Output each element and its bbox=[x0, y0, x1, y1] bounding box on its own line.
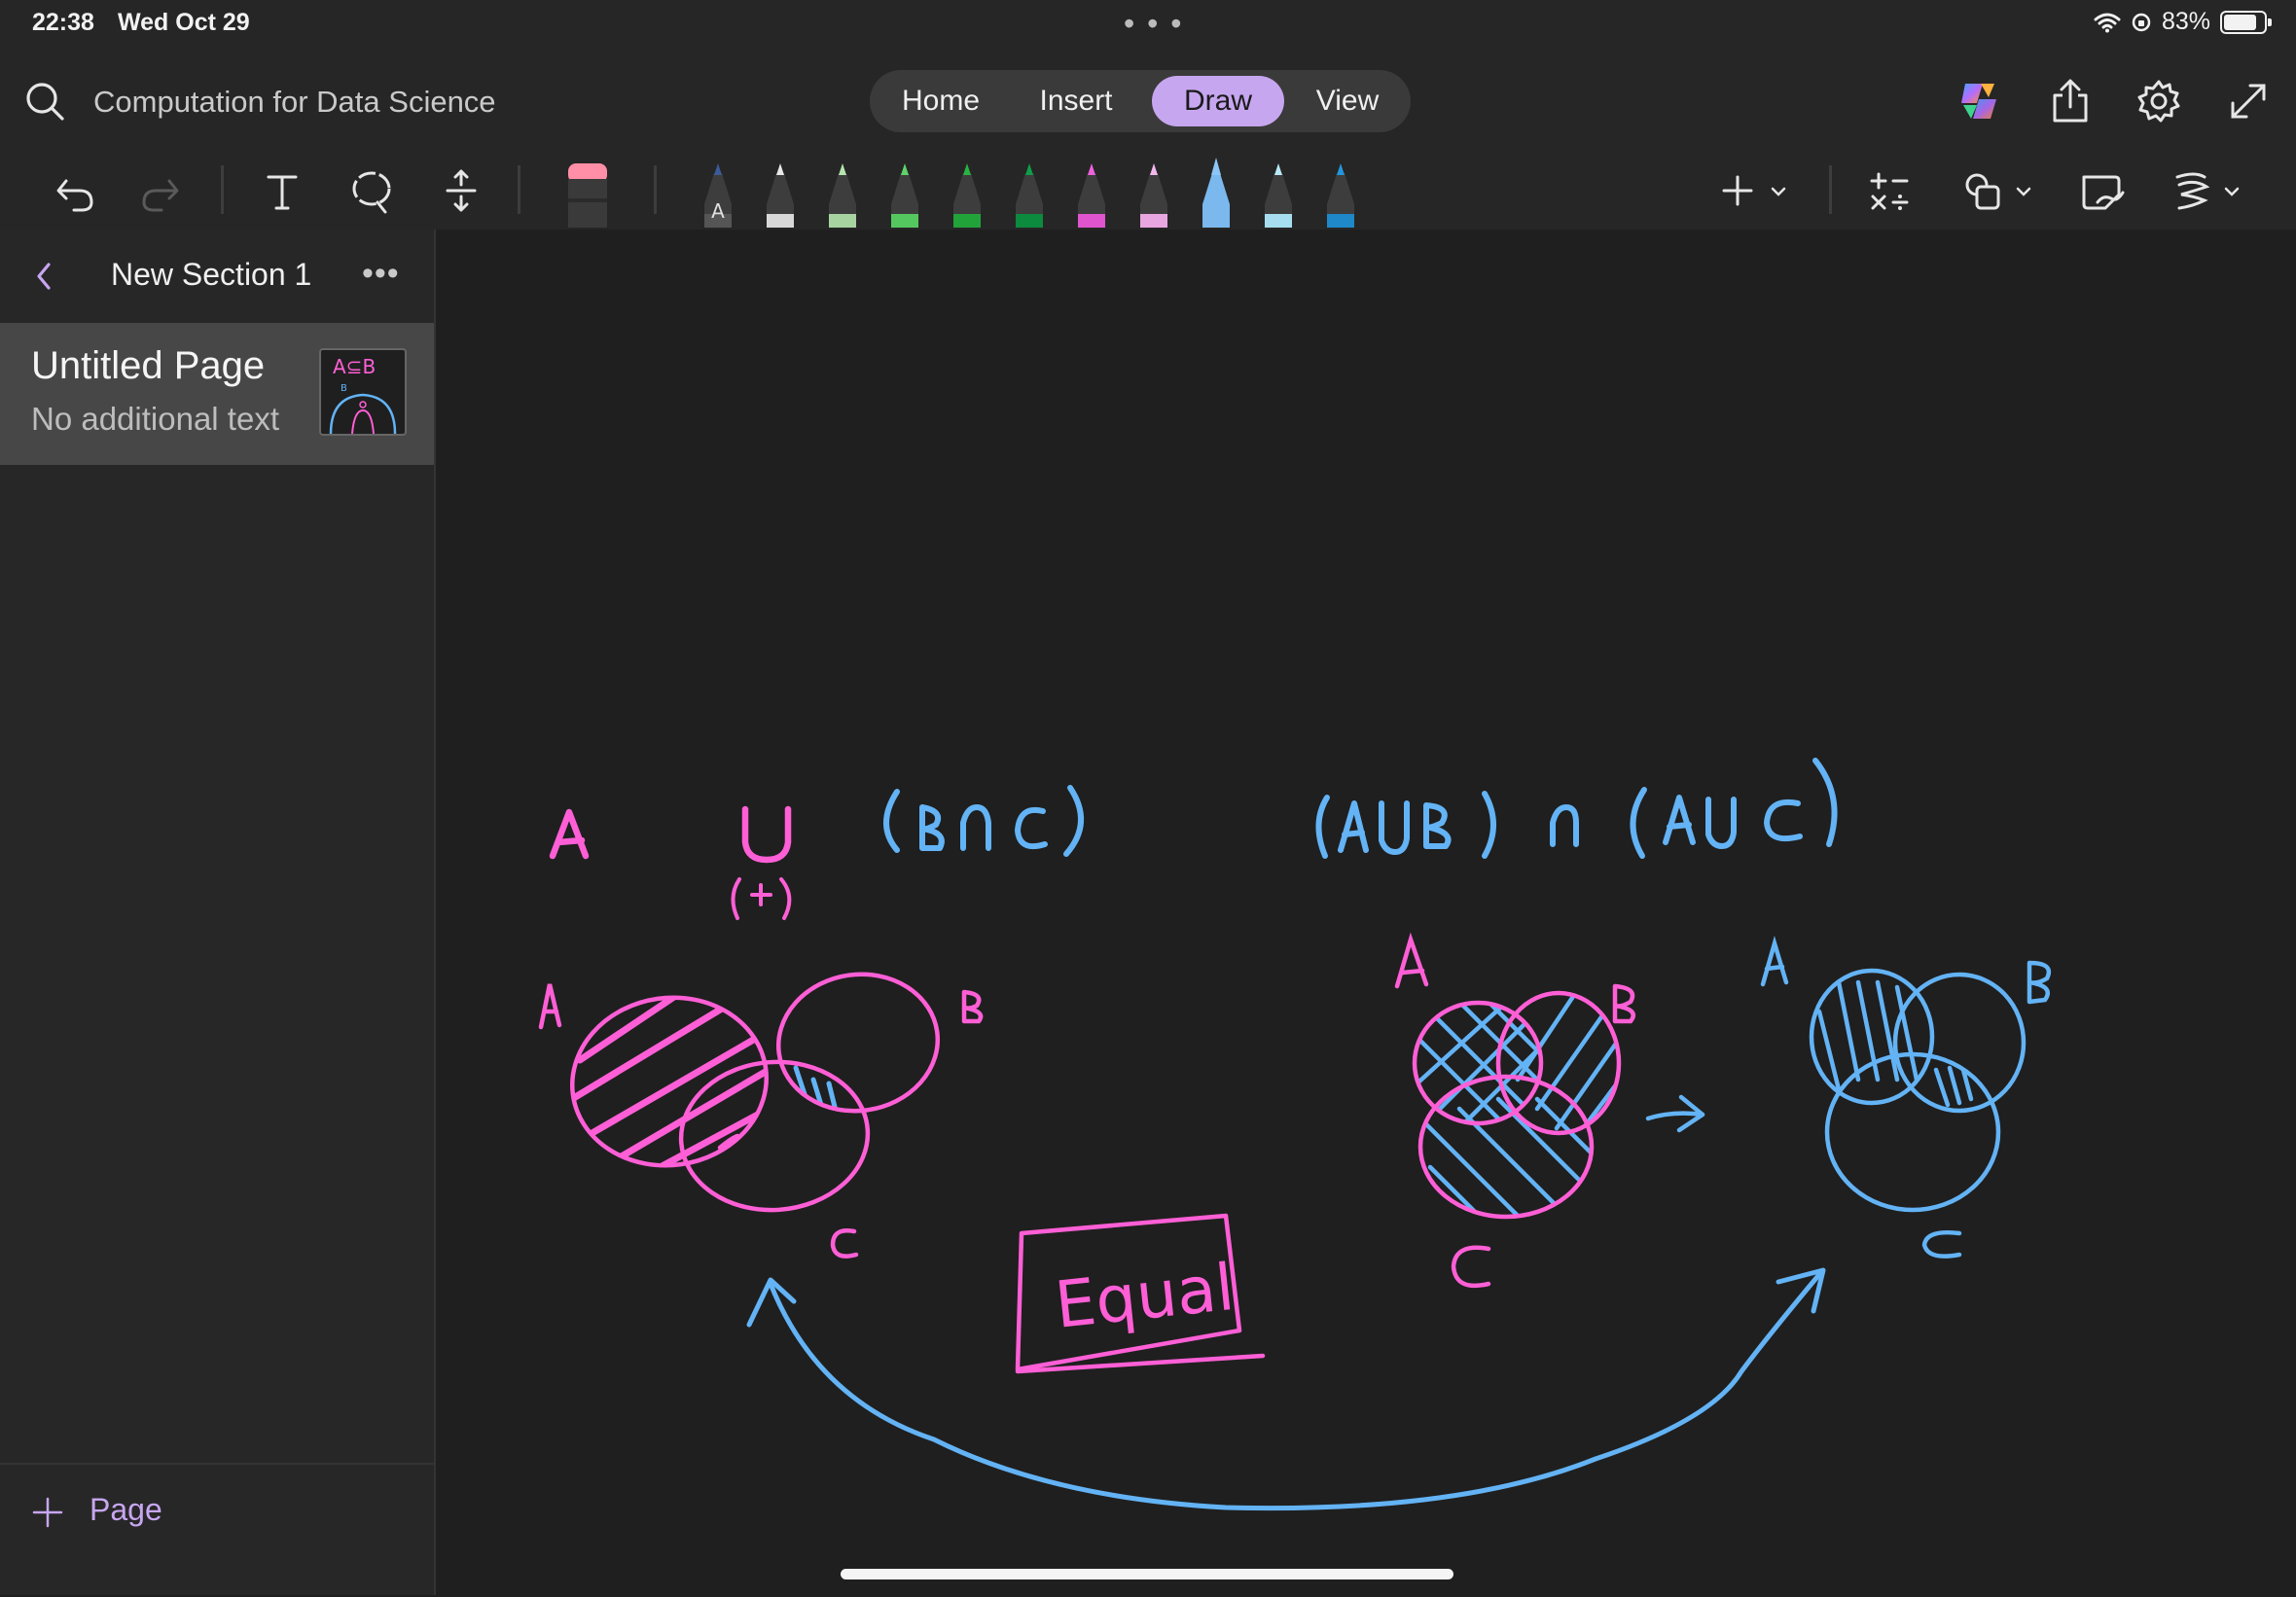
status-right: 83% bbox=[2094, 8, 2272, 36]
search-icon[interactable] bbox=[23, 80, 66, 123]
shapes-icon[interactable] bbox=[1955, 160, 2037, 222]
pen-3-icon[interactable] bbox=[821, 154, 864, 228]
ribbon-tabs: Home Insert Draw View bbox=[870, 70, 1411, 132]
ink-to-shape-icon[interactable] bbox=[2072, 160, 2131, 222]
pen-10-icon[interactable] bbox=[1257, 154, 1300, 228]
tab-view[interactable]: View bbox=[1290, 76, 1405, 126]
expand-icon[interactable] bbox=[2221, 74, 2276, 128]
tab-insert[interactable]: Insert bbox=[1012, 76, 1140, 126]
pen-11-icon[interactable] bbox=[1319, 154, 1362, 228]
math-icon[interactable] bbox=[1860, 160, 1919, 222]
add-pen-icon[interactable] bbox=[1714, 160, 1796, 222]
pen-6-icon[interactable] bbox=[1008, 154, 1051, 228]
tab-draw[interactable]: Draw bbox=[1152, 76, 1284, 126]
battery-percent: 83% bbox=[2161, 8, 2210, 35]
multitasking-dots-icon[interactable]: • • • bbox=[1124, 6, 1183, 42]
ink-layer: Equal bbox=[538, 758, 2052, 1511]
plus-icon bbox=[32, 1497, 63, 1528]
draw-toolbar: A bbox=[0, 150, 2296, 230]
drawing-canvas[interactable]: Equal bbox=[436, 230, 2296, 1595]
home-indicator[interactable] bbox=[841, 1569, 1453, 1579]
pen-2-icon[interactable] bbox=[759, 154, 802, 228]
page-subtitle: No additional text bbox=[31, 401, 279, 437]
section-header: New Section 1 ••• bbox=[0, 230, 434, 323]
undo-icon[interactable] bbox=[45, 160, 103, 222]
eraser-icon[interactable] bbox=[564, 154, 611, 228]
tab-home[interactable]: Home bbox=[878, 76, 1004, 126]
redo-icon[interactable] bbox=[132, 160, 191, 222]
pen-1-icon[interactable]: A bbox=[697, 154, 739, 228]
pen-4-icon[interactable] bbox=[883, 154, 926, 228]
share-icon[interactable] bbox=[2043, 74, 2098, 128]
page-title: Untitled Page bbox=[31, 344, 266, 387]
settings-gear-icon[interactable] bbox=[2132, 74, 2186, 128]
pen-9-icon[interactable] bbox=[1195, 154, 1238, 228]
text-icon[interactable] bbox=[253, 160, 311, 222]
pen-7-icon[interactable] bbox=[1070, 154, 1113, 228]
title-row: Computation for Data Science Home Insert… bbox=[0, 64, 2296, 138]
pen-8-icon[interactable] bbox=[1132, 154, 1175, 228]
add-page-button[interactable]: Page bbox=[90, 1492, 162, 1528]
status-bar: 22:38 Wed Oct 29 • • • 83% bbox=[0, 0, 2296, 49]
copilot-icon[interactable] bbox=[1952, 74, 2006, 128]
lasso-icon[interactable] bbox=[342, 160, 401, 222]
more-options-icon[interactable]: ••• bbox=[362, 255, 400, 293]
page-list-sidebar: New Section 1 ••• Untitled Page No addit… bbox=[0, 230, 436, 1595]
svg-text:A: A bbox=[711, 199, 725, 223]
status-date: Wed Oct 29 bbox=[118, 9, 250, 36]
section-title[interactable]: New Section 1 bbox=[111, 257, 311, 293]
back-chevron-icon[interactable] bbox=[25, 257, 64, 296]
status-time: 22:38 bbox=[32, 9, 94, 36]
page-thumbnail: A⊆B B bbox=[319, 348, 407, 436]
add-page-row[interactable]: Page bbox=[0, 1463, 434, 1597]
svg-text:B: B bbox=[341, 383, 347, 394]
equal-label: Equal bbox=[1052, 1250, 1238, 1343]
pen-5-icon[interactable] bbox=[946, 154, 988, 228]
svg-text:A⊆B: A⊆B bbox=[333, 355, 376, 378]
insert-space-icon[interactable] bbox=[432, 160, 490, 222]
page-list-item[interactable]: Untitled Page No additional text A⊆B B bbox=[0, 323, 434, 465]
wifi-icon bbox=[2094, 13, 2121, 32]
ink-to-text-icon[interactable] bbox=[2166, 160, 2247, 222]
app-header: 22:38 Wed Oct 29 • • • 83% Computation f… bbox=[0, 0, 2296, 230]
notebook-title[interactable]: Computation for Data Science bbox=[93, 85, 496, 120]
battery-icon bbox=[2220, 10, 2272, 34]
orientation-lock-icon bbox=[2132, 13, 2151, 31]
